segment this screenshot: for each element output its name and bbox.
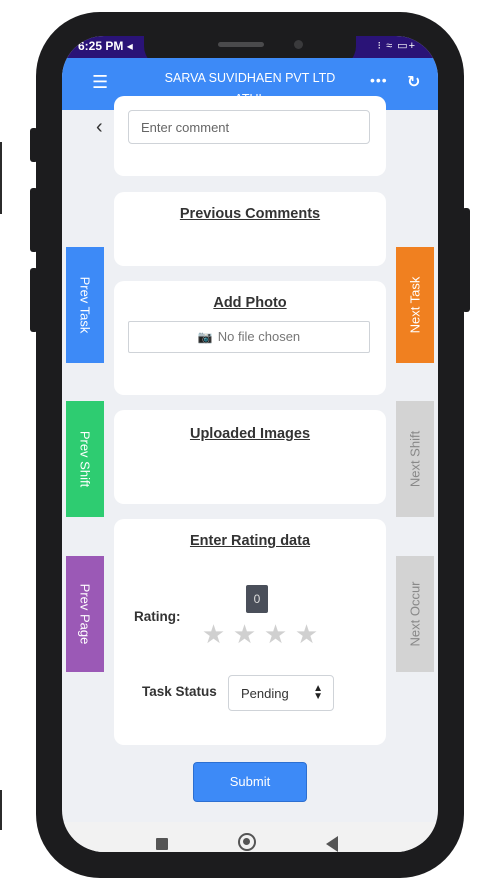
- prev-page-tab[interactable]: Prev Page: [66, 556, 104, 672]
- back-chevron-icon[interactable]: ‹: [96, 116, 103, 139]
- star-rating: ★ ★ ★ ★: [198, 619, 322, 650]
- phone-screen: 6:25 PM ◂ ⁝ ≈ ▭+ ☰ SARVA SUVIDHAEN PVT L…: [62, 36, 438, 852]
- navigation-arrow-icon: ◂: [126, 39, 133, 53]
- side-mark: [0, 142, 2, 214]
- speaker-grille: [218, 42, 264, 47]
- recent-apps-icon[interactable]: [156, 838, 168, 850]
- file-status: No file chosen: [217, 329, 301, 344]
- previous-comments-card: Previous Comments: [114, 192, 386, 266]
- hamburger-menu-icon[interactable]: ☰: [92, 72, 108, 93]
- rating-label: Rating:: [134, 609, 181, 624]
- side-mark: [0, 790, 2, 830]
- system-nav-bar: [62, 822, 438, 852]
- prev-shift-tab[interactable]: Prev Shift: [66, 401, 104, 517]
- front-camera: [294, 40, 303, 49]
- company-name: SARVA SUVIDHAEN PVT LTD: [164, 71, 336, 85]
- camera-icon: 📷: [197, 330, 213, 344]
- next-occur-tab[interactable]: Next Occur: [396, 556, 434, 672]
- add-photo-title: Add Photo: [213, 295, 287, 311]
- star-icon[interactable]: ★: [229, 619, 260, 650]
- star-icon[interactable]: ★: [260, 619, 291, 650]
- rating-section-title: Enter Rating data: [189, 533, 311, 549]
- add-photo-card: Add Photo 📷 No file chosen: [114, 281, 386, 395]
- photo-file-picker[interactable]: 📷 No file chosen: [128, 321, 370, 353]
- star-icon[interactable]: ★: [291, 619, 322, 650]
- submit-button[interactable]: Submit: [193, 762, 307, 802]
- next-shift-label: Next Shift: [407, 430, 423, 488]
- prev-task-label: Prev Task: [77, 276, 93, 334]
- stage: 6:25 PM ◂ ⁝ ≈ ▭+ ☰ SARVA SUVIDHAEN PVT L…: [0, 0, 500, 889]
- next-task-tab[interactable]: Next Task: [396, 247, 434, 363]
- previous-comments-title: Previous Comments: [179, 206, 321, 222]
- comment-card: [114, 96, 386, 176]
- prev-shift-label: Prev Shift: [77, 430, 93, 488]
- back-triangle-icon[interactable]: [326, 836, 338, 852]
- uploaded-images-title: Uploaded Images: [189, 426, 311, 442]
- uploaded-images-card: Uploaded Images: [114, 410, 386, 504]
- task-status-select[interactable]: Pending ▲ ▼: [228, 675, 334, 711]
- comment-input[interactable]: [128, 110, 370, 144]
- rating-value-badge: 0: [246, 585, 268, 613]
- status-indicators: ⁝ ≈ ▭+: [377, 40, 416, 52]
- next-shift-tab[interactable]: Next Shift: [396, 401, 434, 517]
- star-icon[interactable]: ★: [198, 619, 229, 650]
- next-task-label: Next Task: [407, 276, 423, 334]
- next-occur-label: Next Occur: [407, 581, 423, 647]
- prev-task-tab[interactable]: Prev Task: [66, 247, 104, 363]
- rating-card: Enter Rating data 0 Rating: ★ ★ ★ ★ Task St…: [114, 519, 386, 745]
- more-dots-icon[interactable]: •••: [370, 72, 388, 88]
- task-status-label: Task Status: [142, 684, 217, 699]
- select-caret-icon: ▲ ▼: [313, 683, 323, 702]
- prev-page-label: Prev Page: [77, 583, 93, 645]
- home-icon[interactable]: [238, 833, 256, 851]
- status-time: 6:25 PM ◂: [78, 39, 133, 53]
- refresh-icon[interactable]: ↻: [407, 72, 420, 92]
- task-status-value: Pending: [241, 686, 289, 701]
